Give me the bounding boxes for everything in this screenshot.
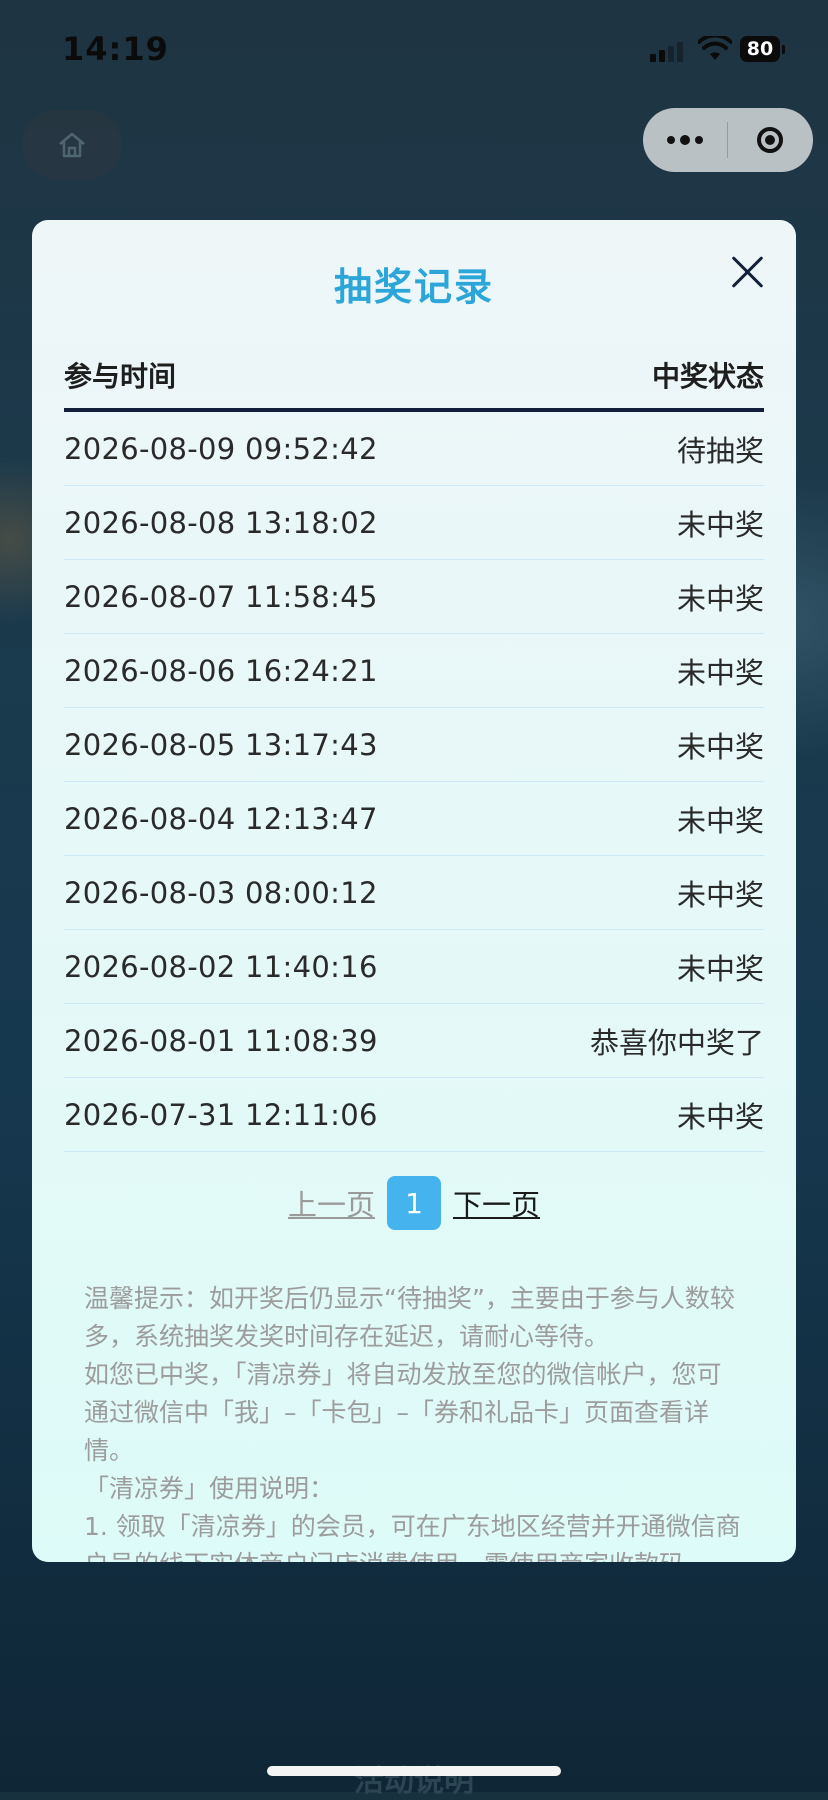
battery-icon: 80	[740, 36, 785, 62]
record-time: 2026-08-09 09:52:42	[64, 431, 378, 466]
table-row: 2026-08-04 12:13:47 未中奖	[64, 782, 764, 856]
record-status: 未中奖	[676, 581, 764, 616]
target-icon	[757, 127, 783, 153]
record-time: 2026-08-07 11:58:45	[64, 579, 378, 614]
record-status: 未中奖	[676, 951, 764, 986]
tip-paragraph: 温馨提示：如开奖后仍显示“待抽奖”，主要由于参与人数较多，系统抽奖发奖时间存在延…	[84, 1284, 735, 1351]
record-status: 未中奖	[676, 1099, 764, 1134]
next-page-link[interactable]: 下一页	[453, 1182, 540, 1224]
wifi-icon	[698, 36, 732, 60]
table-row: 2026-08-07 11:58:45 未中奖	[64, 560, 764, 634]
table-row: 2026-08-01 11:08:39 恭喜你中奖了	[64, 1004, 764, 1078]
record-status: 未中奖	[676, 729, 764, 764]
table-row: 2026-08-09 09:52:42 待抽奖	[64, 412, 764, 486]
tip-paragraph: 1. 领取「清凉券」的会员，可在广东地区经营并开通微信商户号的线下实体商户门店消…	[84, 1512, 741, 1562]
mini-program-capsule	[643, 108, 813, 172]
prev-page-link[interactable]: 上一页	[288, 1182, 375, 1224]
current-page-indicator[interactable]: 1	[387, 1176, 441, 1230]
record-time: 2026-08-08 13:18:02	[64, 505, 378, 540]
status-time: 14:19	[62, 30, 169, 68]
home-indicator	[267, 1766, 561, 1776]
record-time: 2026-08-03 08:00:12	[64, 875, 378, 910]
close-icon[interactable]	[730, 254, 766, 290]
table-row: 2026-08-03 08:00:12 未中奖	[64, 856, 764, 930]
table-row: 2026-08-02 11:40:16 未中奖	[64, 930, 764, 1004]
home-icon	[59, 132, 85, 158]
record-status: 未中奖	[676, 803, 764, 838]
record-status: 待抽奖	[676, 433, 764, 468]
column-header-time: 参与时间	[64, 360, 177, 393]
close-mini-program-button[interactable]	[728, 108, 812, 172]
table-row: 2026-08-06 16:24:21 未中奖	[64, 634, 764, 708]
table-row: 2026-08-05 13:17:43 未中奖	[64, 708, 764, 782]
record-time: 2026-08-02 11:40:16	[64, 949, 378, 984]
more-dots-icon	[667, 134, 703, 145]
lottery-record-modal: 抽奖记录 参与时间 中奖状态 2026-08-09 09:52:42 待抽奖 20…	[32, 220, 796, 1562]
table-header: 参与时间 中奖状态	[64, 342, 764, 412]
record-status: 未中奖	[676, 507, 764, 542]
tip-paragraph: 「清凉券」使用说明：	[84, 1474, 335, 1503]
table-row: 2026-08-08 13:18:02 未中奖	[64, 486, 764, 560]
record-time: 2026-08-01 11:08:39	[64, 1023, 378, 1058]
record-status: 恭喜你中奖了	[589, 1025, 764, 1060]
more-button[interactable]	[643, 108, 727, 172]
signal-icon	[650, 42, 683, 62]
tips-text: 温馨提示：如开奖后仍显示“待抽奖”，主要由于参与人数较多，系统抽奖发奖时间存在延…	[84, 1280, 744, 1562]
record-time: 2026-08-04 12:13:47	[64, 801, 378, 836]
record-status: 未中奖	[676, 655, 764, 690]
pagination: 上一页 1 下一页	[32, 1176, 796, 1230]
tip-paragraph: 如您已中奖，「清凉券」将自动发放至您的微信帐户，您可通过微信中「我」–「卡包」–…	[84, 1360, 722, 1465]
records-table: 参与时间 中奖状态 2026-08-09 09:52:42 待抽奖 2026-08…	[64, 342, 764, 1152]
background-section-title: 活动说明	[354, 1764, 474, 1799]
column-header-status: 中奖状态	[651, 360, 764, 393]
record-time: 2026-08-06 16:24:21	[64, 653, 378, 688]
table-row: 2026-07-31 12:11:06 未中奖	[64, 1078, 764, 1152]
record-time: 2026-08-05 13:17:43	[64, 727, 378, 762]
home-button[interactable]	[22, 110, 122, 180]
modal-title: 抽奖记录	[333, 265, 494, 309]
status-bar: 14:19 80	[0, 0, 828, 100]
record-time: 2026-07-31 12:11:06	[64, 1097, 378, 1132]
record-status: 未中奖	[676, 877, 764, 912]
